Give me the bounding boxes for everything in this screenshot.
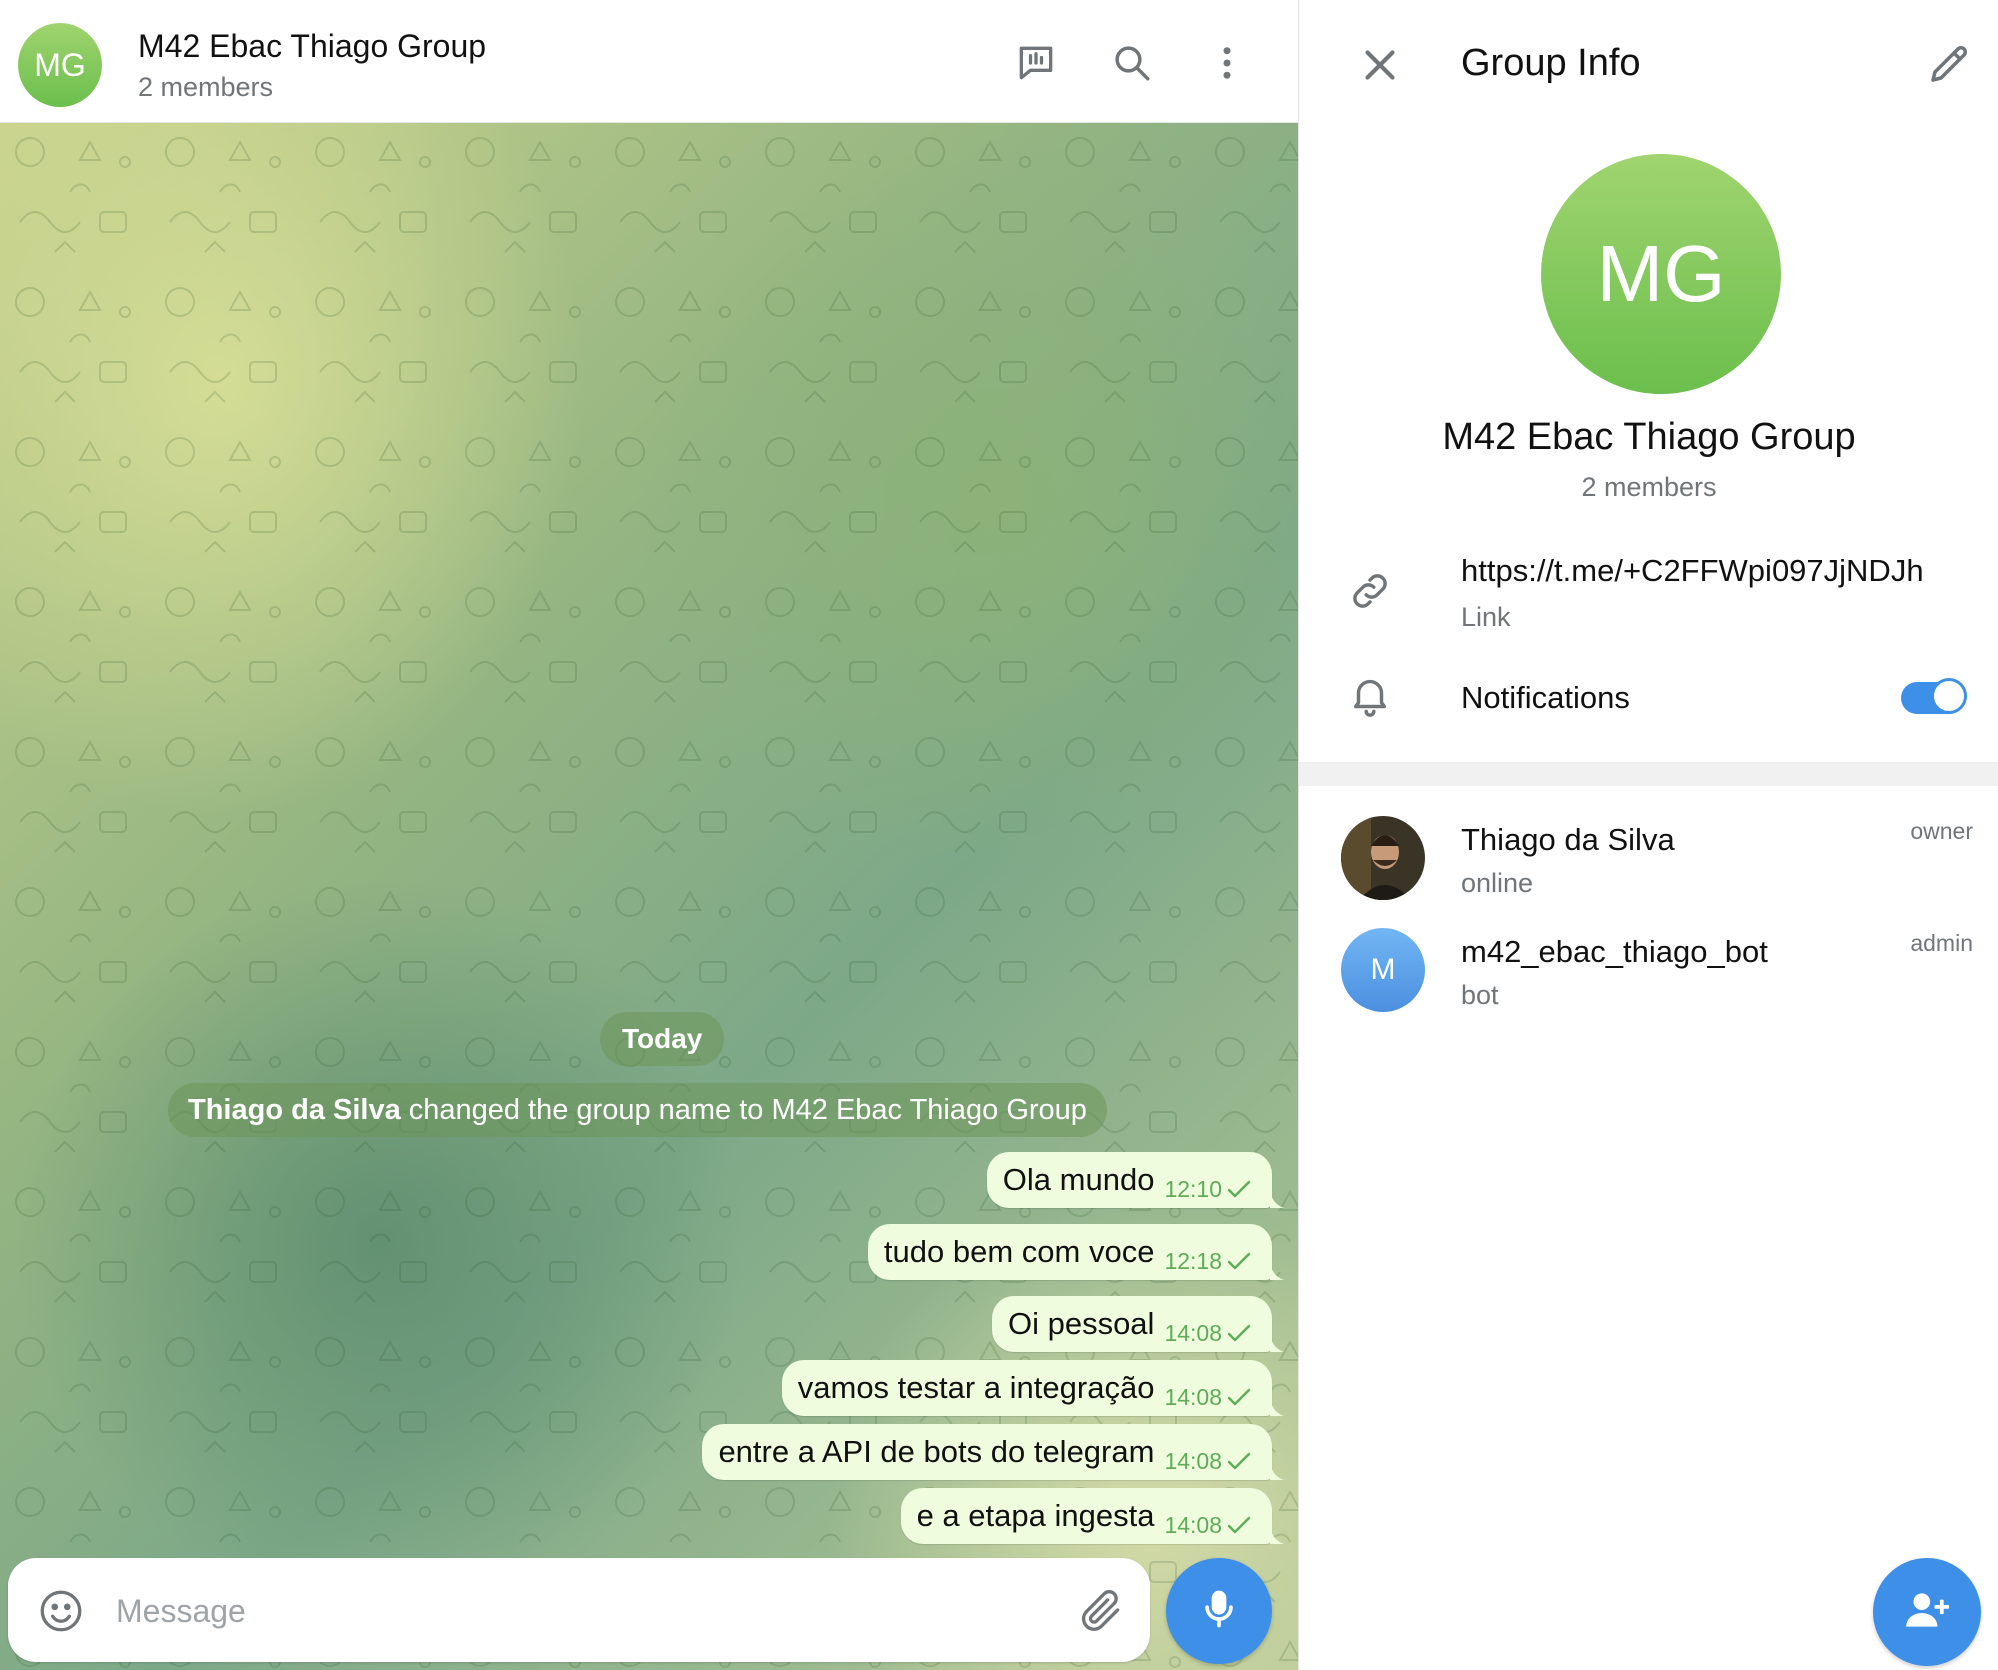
- sent-check-icon: [1227, 1516, 1251, 1534]
- bubble-tail: [1270, 1526, 1284, 1544]
- message-time: 14:08: [1164, 1511, 1222, 1538]
- invite-link[interactable]: https://t.me/+C2FFWpi097JjNDJh: [1461, 553, 1924, 589]
- invite-link-label: Link: [1461, 602, 1511, 632]
- message-time: 14:08: [1164, 1383, 1222, 1410]
- close-icon[interactable]: [1355, 40, 1405, 90]
- microphone-icon: [1197, 1587, 1241, 1636]
- outgoing-message[interactable]: vamos testar a integração 14:08: [781, 1360, 1284, 1416]
- member-name: Thiago da Silva: [1461, 822, 1675, 857]
- bell-icon: [1347, 672, 1397, 722]
- search-icon[interactable]: [1105, 36, 1159, 90]
- panel-title: Group Info: [1461, 42, 1641, 84]
- message-time: 14:08: [1164, 1319, 1222, 1346]
- group-member-count: 2 members: [1581, 472, 1717, 502]
- message-meta: 14:08: [1164, 1384, 1252, 1411]
- sent-check-icon: [1227, 1180, 1251, 1198]
- message-meta: 12:18: [1164, 1248, 1252, 1275]
- group-name: M42 Ebac Thiago Group: [1442, 416, 1856, 458]
- message-text: vamos testar a integração: [797, 1370, 1155, 1405]
- add-user-icon: [1902, 1585, 1952, 1640]
- chat-title[interactable]: M42 Ebac Thiago Group: [138, 28, 486, 65]
- outgoing-message[interactable]: Ola mundo 12:10: [986, 1152, 1284, 1208]
- chat-header[interactable]: MG M42 Ebac Thiago Group 2 members: [0, 0, 1298, 123]
- member-avatar: M: [1341, 928, 1425, 1012]
- outgoing-message[interactable]: e a etapa ingesta 14:08: [900, 1488, 1284, 1544]
- outgoing-message[interactable]: tudo bem com voce 12:18: [867, 1224, 1284, 1280]
- message-composer: [8, 1558, 1150, 1662]
- service-message: Thiago da Silva changed the group name t…: [168, 1083, 1107, 1137]
- message-meta: 14:08: [1164, 1448, 1252, 1475]
- attach-icon[interactable]: [1076, 1586, 1126, 1636]
- group-avatar[interactable]: MG: [18, 23, 102, 107]
- date-separator: Today: [600, 1012, 725, 1066]
- member-row-owner[interactable]: Thiago da Silva online owner: [1299, 816, 1998, 916]
- bubble-tail: [1270, 1462, 1284, 1480]
- member-role: admin: [1910, 930, 1973, 956]
- section-divider: [1299, 762, 1998, 786]
- voice-record-button[interactable]: [1166, 1558, 1272, 1664]
- service-text: changed the group name to M42 Ebac Thiag…: [408, 1093, 1087, 1126]
- add-member-button[interactable]: [1873, 1558, 1981, 1666]
- sent-check-icon: [1227, 1452, 1251, 1470]
- member-status: bot: [1461, 980, 1499, 1010]
- member-name: m42_ebac_thiago_bot: [1461, 934, 1768, 969]
- group-profile-avatar[interactable]: MG: [1541, 154, 1781, 394]
- emoji-icon[interactable]: [36, 1586, 86, 1636]
- message-text: e a etapa ingesta: [916, 1498, 1155, 1533]
- more-icon[interactable]: [1200, 36, 1254, 90]
- message-meta: 14:08: [1164, 1512, 1252, 1539]
- outgoing-message[interactable]: entre a API de bots do telegram 14:08: [702, 1424, 1284, 1480]
- group-info-panel: Group Info MG M42 Ebac Thiago Group 2 me…: [1298, 0, 1998, 1670]
- notifications-toggle[interactable]: [1901, 678, 1967, 714]
- message-text: tudo bem com voce: [883, 1234, 1155, 1269]
- message-meta: 12:10: [1164, 1176, 1252, 1203]
- bubble-tail: [1270, 1190, 1284, 1208]
- message-meta: 14:08: [1164, 1320, 1252, 1347]
- sent-check-icon: [1227, 1324, 1251, 1342]
- bubble-tail: [1270, 1398, 1284, 1416]
- sent-check-icon: [1227, 1252, 1251, 1270]
- bubble-tail: [1270, 1334, 1284, 1352]
- member-avatar-photo: [1341, 816, 1425, 900]
- toggle-knob: [1931, 678, 1967, 714]
- bubble-tail: [1270, 1262, 1284, 1280]
- chat-pane: MG M42 Ebac Thiago Group 2 members Today…: [0, 0, 1298, 1670]
- message-text: Oi pessoal: [1007, 1306, 1155, 1341]
- edit-icon[interactable]: [1925, 40, 1975, 90]
- message-time: 14:08: [1164, 1447, 1222, 1474]
- member-role: owner: [1910, 818, 1973, 844]
- notifications-label: Notifications: [1461, 680, 1630, 715]
- member-status: online: [1461, 868, 1534, 898]
- message-time: 12:18: [1164, 1247, 1222, 1274]
- chat-subtitle: 2 members: [138, 72, 274, 102]
- member-row-bot[interactable]: M m42_ebac_thiago_bot bot admin: [1299, 928, 1998, 1028]
- stats-icon[interactable]: [1009, 36, 1063, 90]
- sent-check-icon: [1227, 1388, 1251, 1406]
- message-time: 12:10: [1164, 1175, 1222, 1202]
- message-text: Ola mundo: [1002, 1162, 1155, 1197]
- message-text: entre a API de bots do telegram: [718, 1434, 1155, 1469]
- service-actor[interactable]: Thiago da Silva: [188, 1094, 401, 1127]
- outgoing-message[interactable]: Oi pessoal 14:08: [991, 1296, 1284, 1352]
- message-input[interactable]: [114, 1580, 1018, 1642]
- link-icon: [1347, 568, 1397, 618]
